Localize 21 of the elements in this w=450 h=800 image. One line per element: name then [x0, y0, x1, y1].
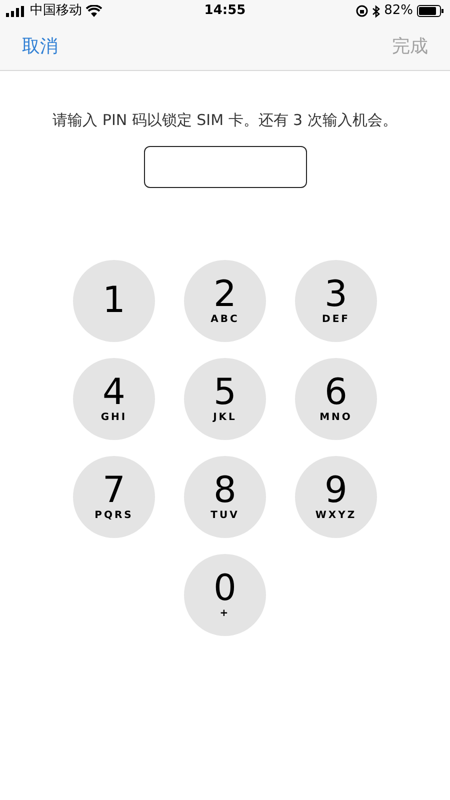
keypad-key[interactable]: 8 TUV	[184, 456, 266, 538]
cancel-button[interactable]: 取消	[22, 32, 58, 60]
keypad-key[interactable]: 2 ABC	[184, 260, 266, 342]
clock-time: 14:55	[204, 3, 246, 18]
keypad-key[interactable]: 0 +	[184, 554, 266, 636]
keypad-key[interactable]: 7 PQRS	[73, 456, 155, 538]
pin-field[interactable]	[144, 146, 306, 188]
bluetooth-icon	[372, 4, 380, 18]
pin-prompt: 请输入 PIN 码以锁定 SIM 卡。还有 3 次输入机会。	[52, 110, 398, 131]
rotation-lock-icon	[356, 5, 368, 17]
keypad-key[interactable]: 1	[73, 260, 155, 342]
keypad-key[interactable]: 6 MNO	[295, 358, 377, 440]
battery-icon	[417, 5, 444, 17]
battery-percent: 82%	[384, 2, 413, 20]
keypad-key[interactable]: 4 GHI	[73, 358, 155, 440]
signal-icon	[6, 6, 26, 16]
wifi-icon	[86, 5, 102, 17]
keypad-key[interactable]: 5 JKL	[184, 358, 266, 440]
keypad-key[interactable]: 9 WXYZ	[295, 456, 377, 538]
carrier-name: 中国移动	[30, 2, 82, 20]
keypad-key[interactable]: 3 DEF	[295, 260, 377, 342]
